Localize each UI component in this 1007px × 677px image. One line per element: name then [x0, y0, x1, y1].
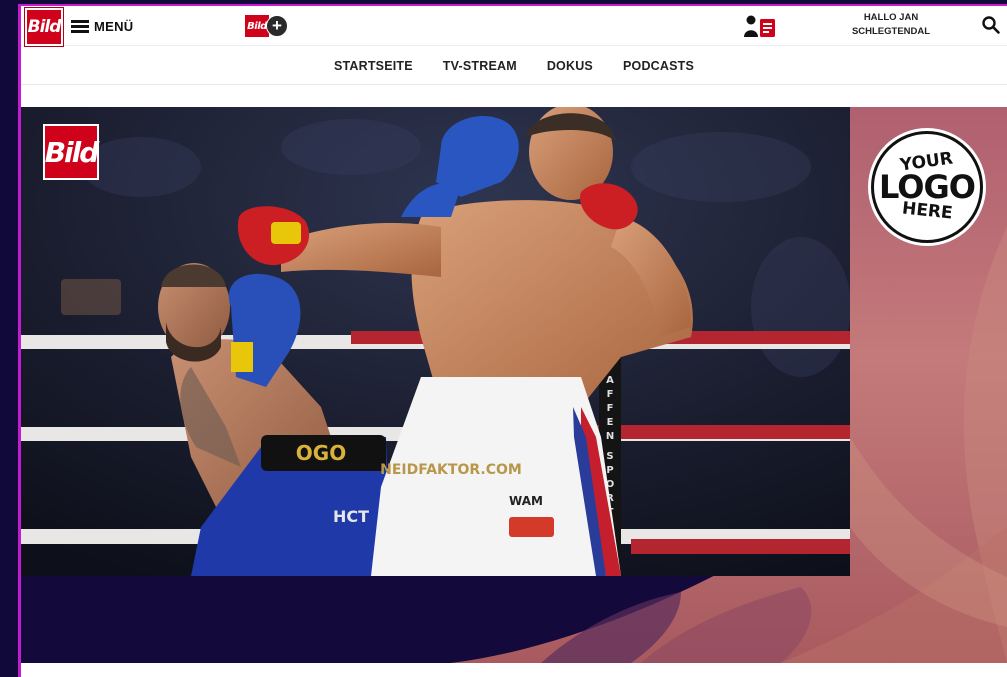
- nav-item-tv-stream[interactable]: TV-STREAM: [428, 59, 532, 73]
- video-stage[interactable]: PAFFENSPORT OGO HCT: [21, 107, 1007, 663]
- hero-photo[interactable]: PAFFENSPORT OGO HCT: [21, 107, 850, 576]
- trunks-left-text: OGO: [296, 441, 346, 465]
- sponsor-wam-text: WAM: [509, 494, 543, 508]
- sponsor-hct-text: HCT: [333, 507, 369, 526]
- hamburger-icon: [71, 19, 89, 33]
- account-icon[interactable]: [743, 14, 777, 38]
- boxing-photo-illustration: PAFFENSPORT OGO HCT: [21, 107, 850, 576]
- trunks-right-text: NEIDFAKTOR.COM: [380, 462, 522, 478]
- bildplus-logo[interactable]: Bild +: [245, 13, 288, 39]
- photo-bild-watermark: Bild: [43, 124, 99, 180]
- placeholder-line-2: LOGO: [879, 168, 976, 206]
- content-area: PAFFENSPORT OGO HCT: [21, 86, 1007, 677]
- plus-icon: +: [266, 15, 288, 37]
- user-greeting[interactable]: HALLO JAN SCHLEGTENDAL: [843, 11, 939, 39]
- nav-item-startseite[interactable]: STARTSEITE: [319, 59, 428, 73]
- browser-frame: Bild MENÜ Bild + HALLO JAN SCHLEGTENDAL …: [18, 4, 1007, 677]
- menu-button[interactable]: MENÜ: [71, 14, 133, 38]
- greeting-line-1: HALLO JAN: [863, 12, 919, 23]
- greeting-line-2: SCHLEGTENDAL: [851, 26, 931, 37]
- top-bar: Bild MENÜ Bild + HALLO JAN SCHLEGTENDAL: [21, 6, 1007, 47]
- placeholder-line-3: HERE: [900, 198, 954, 224]
- main-navigation: STARTSEITE TV-STREAM DOKUS PODCASTS: [21, 47, 1007, 85]
- menu-label: MENÜ: [94, 18, 134, 34]
- nav-item-podcasts[interactable]: PODCASTS: [608, 59, 709, 73]
- nav-item-dokus[interactable]: DOKUS: [532, 59, 608, 73]
- search-icon[interactable]: [981, 15, 1001, 35]
- bild-logo[interactable]: Bild: [24, 7, 64, 47]
- your-logo-placeholder: YOUR LOGO HERE: [871, 131, 983, 243]
